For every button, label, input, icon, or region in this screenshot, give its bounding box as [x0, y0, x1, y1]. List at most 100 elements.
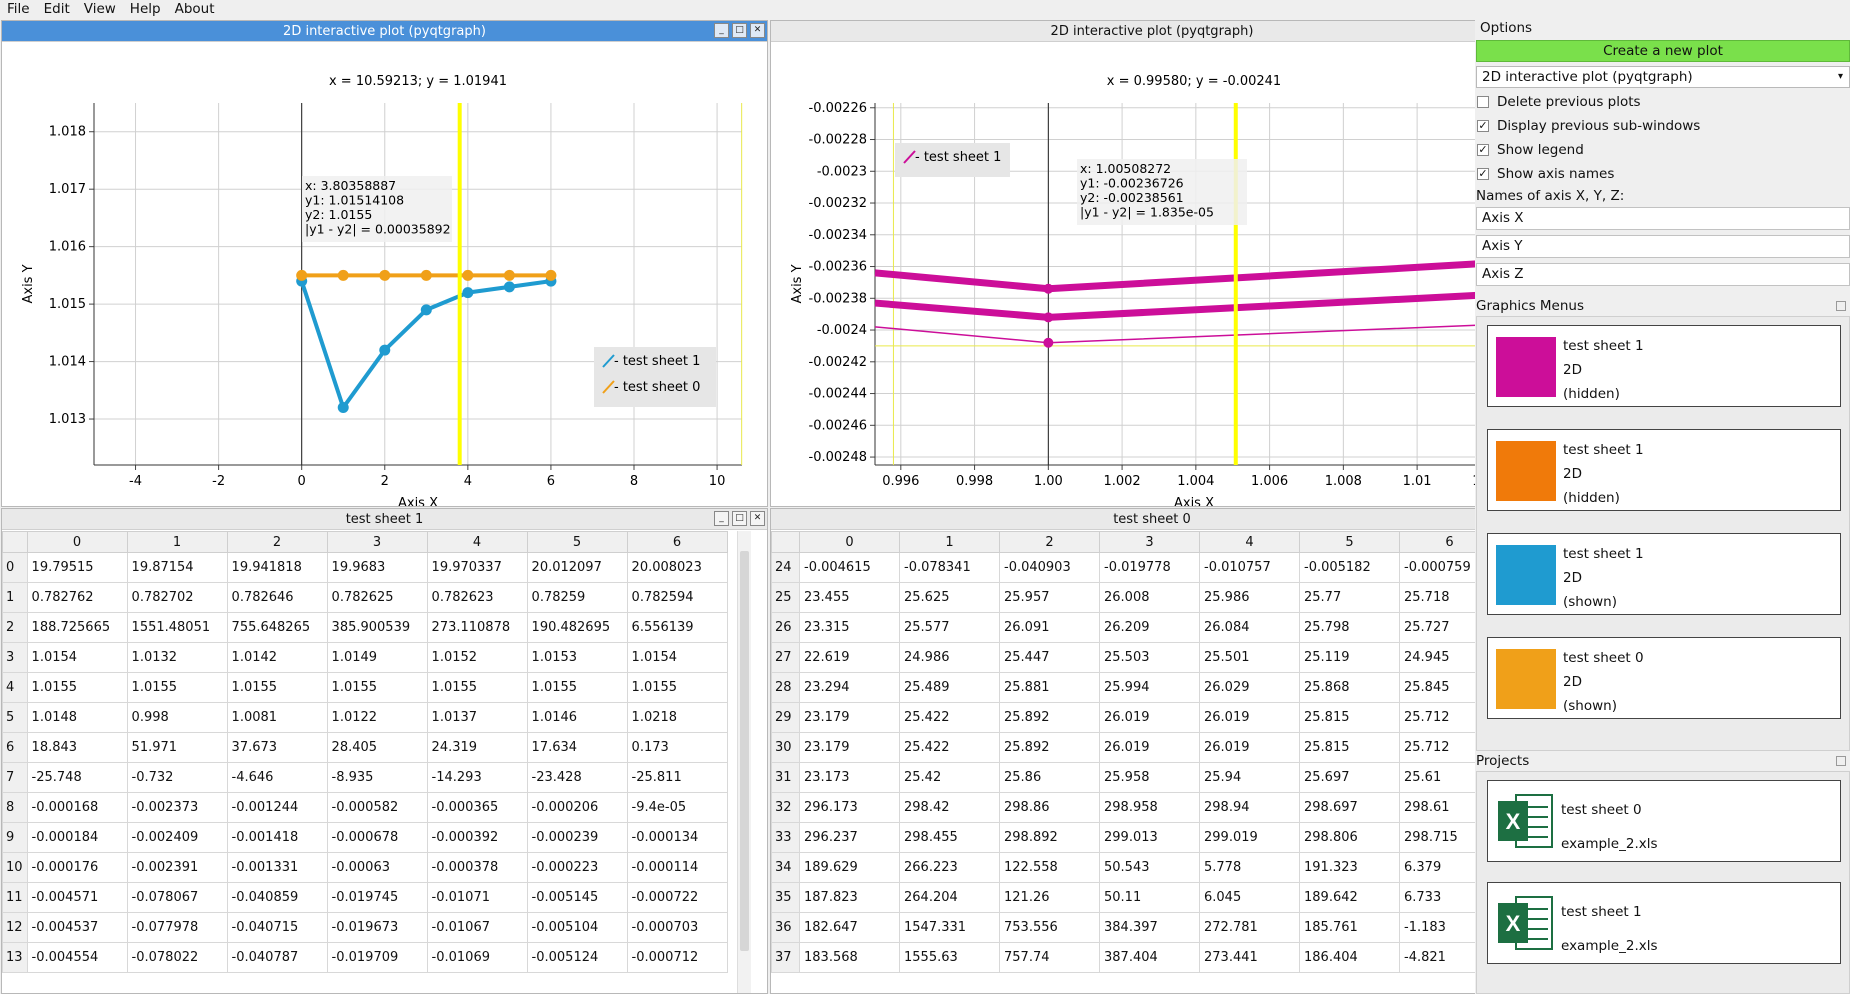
table-cell[interactable]: 25.42: [899, 762, 1000, 793]
table-cell[interactable]: 298.42: [899, 792, 1000, 823]
table-cell[interactable]: -4.646: [226, 762, 328, 793]
table-cell[interactable]: 25.986: [1199, 582, 1300, 613]
table-cell[interactable]: 188.725665: [26, 612, 128, 643]
table-cell[interactable]: 298.455: [899, 822, 1000, 853]
table-cell[interactable]: 25.798: [1299, 612, 1400, 643]
column-header[interactable]: 5: [1299, 531, 1400, 553]
table-cell[interactable]: -0.002409: [126, 822, 228, 853]
column-header[interactable]: 0: [799, 531, 900, 553]
table-cell[interactable]: 19.970337: [426, 552, 528, 583]
table-cell[interactable]: 1.0155: [626, 672, 728, 703]
table-cell[interactable]: -0.000176: [26, 852, 128, 883]
row-header[interactable]: 37: [771, 942, 800, 973]
menu-help[interactable]: Help: [123, 0, 168, 19]
menu-about[interactable]: About: [168, 0, 222, 19]
table-cell[interactable]: 121.26: [999, 882, 1100, 913]
table-cell[interactable]: 18.843: [26, 732, 128, 763]
maximize-icon[interactable]: □: [732, 23, 747, 38]
table-cell[interactable]: 6.556139: [626, 612, 728, 643]
row-header[interactable]: 3: [2, 642, 28, 673]
table-cell[interactable]: 189.642: [1299, 882, 1400, 913]
row-header[interactable]: 24: [771, 552, 800, 583]
axis-y-field[interactable]: Axis Y: [1476, 235, 1850, 258]
table-cell[interactable]: 191.323: [1299, 852, 1400, 883]
graphics-menu-item[interactable]: test sheet 1 2D (shown): [1487, 533, 1841, 615]
column-header[interactable]: 4: [426, 531, 528, 553]
table-cell[interactable]: 25.994: [1099, 672, 1200, 703]
row-header[interactable]: 30: [771, 732, 800, 763]
table-cell[interactable]: -0.001244: [226, 792, 328, 823]
table-cell[interactable]: 50.11: [1099, 882, 1200, 913]
table-window-1-titlebar[interactable]: test sheet 1 _ □ ✕: [2, 509, 767, 530]
checkbox-box[interactable]: [1477, 96, 1489, 108]
table-cell[interactable]: 266.223: [899, 852, 1000, 883]
table-cell[interactable]: -0.000678: [326, 822, 428, 853]
table-cell[interactable]: 183.568: [799, 942, 900, 973]
table-cell[interactable]: 755.648265: [226, 612, 328, 643]
minimize-icon[interactable]: _: [714, 511, 729, 526]
table-cell[interactable]: 37.673: [226, 732, 328, 763]
table-cell[interactable]: 753.556: [999, 912, 1100, 943]
table-cell[interactable]: 1.0153: [526, 642, 628, 673]
column-header[interactable]: 1: [126, 531, 228, 553]
table-cell[interactable]: 1.0155: [226, 672, 328, 703]
table-cell[interactable]: 23.294: [799, 672, 900, 703]
axis-z-field[interactable]: Axis Z: [1476, 263, 1850, 286]
row-header[interactable]: 36: [771, 912, 800, 943]
table-cell[interactable]: 298.892: [999, 822, 1100, 853]
table-cell[interactable]: 25.892: [999, 732, 1100, 763]
row-header[interactable]: 28: [771, 672, 800, 703]
table-cell[interactable]: 23.179: [799, 702, 900, 733]
column-header[interactable]: 2: [226, 531, 328, 553]
table-cell[interactable]: 273.441: [1199, 942, 1300, 973]
table-cell[interactable]: 25.489: [899, 672, 1000, 703]
row-header[interactable]: 13: [2, 942, 28, 973]
row-header[interactable]: 10: [2, 852, 28, 883]
menu-edit[interactable]: Edit: [37, 0, 77, 19]
close-icon[interactable]: ✕: [750, 511, 765, 526]
table-cell[interactable]: 28.405: [326, 732, 428, 763]
table-cell[interactable]: 185.761: [1299, 912, 1400, 943]
table-cell[interactable]: -0.040787: [226, 942, 328, 973]
float-icon[interactable]: [1836, 756, 1846, 766]
table-cell[interactable]: 298.86: [999, 792, 1100, 823]
table-cell[interactable]: 187.823: [799, 882, 900, 913]
column-header[interactable]: 3: [326, 531, 428, 553]
graphics-menu-item[interactable]: test sheet 1 2D (hidden): [1487, 325, 1841, 407]
row-header[interactable]: 32: [771, 792, 800, 823]
row-header[interactable]: 25: [771, 582, 800, 613]
table-cell[interactable]: 1551.48051: [126, 612, 228, 643]
column-header[interactable]: 5: [526, 531, 628, 553]
row-header[interactable]: 6: [2, 732, 28, 763]
table-cell[interactable]: 25.422: [899, 732, 1000, 763]
table-cell[interactable]: -0.078022: [126, 942, 228, 973]
table-cell[interactable]: 0.782594: [626, 582, 728, 613]
table-cell[interactable]: 26.019: [1099, 732, 1200, 763]
table-cell[interactable]: 25.697: [1299, 762, 1400, 793]
column-header[interactable]: 6: [626, 531, 728, 553]
row-header[interactable]: 5: [2, 702, 28, 733]
corner-header[interactable]: [2, 531, 28, 553]
table-cell[interactable]: 25.86: [999, 762, 1100, 793]
table-cell[interactable]: 385.900539: [326, 612, 428, 643]
table-cell[interactable]: -0.000712: [626, 942, 728, 973]
table-cell[interactable]: -0.001331: [226, 852, 328, 883]
table-cell[interactable]: 19.941818: [226, 552, 328, 583]
table-cell[interactable]: 26.091: [999, 612, 1100, 643]
table-cell[interactable]: -0.077978: [126, 912, 228, 943]
table-window-0-titlebar[interactable]: test sheet 0 _ □ ✕: [771, 509, 1533, 530]
table-cell[interactable]: 1555.63: [899, 942, 1000, 973]
table-cell[interactable]: -0.019745: [326, 882, 428, 913]
table-cell[interactable]: -0.005145: [526, 882, 628, 913]
table-cell[interactable]: -0.000365: [426, 792, 528, 823]
table-cell[interactable]: 25.881: [999, 672, 1100, 703]
table-cell[interactable]: -0.004554: [26, 942, 128, 973]
table-cell[interactable]: 298.94: [1199, 792, 1300, 823]
table-cell[interactable]: 1.0149: [326, 642, 428, 673]
table-cell[interactable]: 189.629: [799, 852, 900, 883]
table-cell[interactable]: -0.040859: [226, 882, 328, 913]
close-icon[interactable]: ✕: [750, 23, 765, 38]
row-header[interactable]: 0: [2, 552, 28, 583]
table-cell[interactable]: 0.782623: [426, 582, 528, 613]
table-cell[interactable]: 50.543: [1099, 852, 1200, 883]
